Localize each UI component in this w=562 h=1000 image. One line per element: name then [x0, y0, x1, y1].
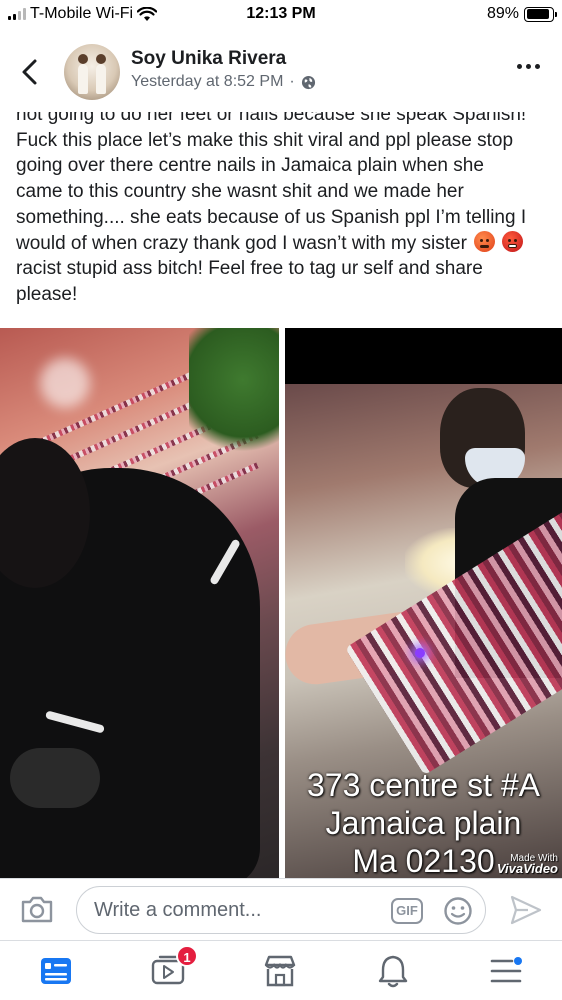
bottom-tab-bar: 1	[0, 940, 562, 1000]
news-feed-icon[interactable]	[38, 953, 74, 989]
post-line-with-emoji: would of when crazy thank god I wasn’t w…	[16, 230, 552, 257]
status-bar: T-Mobile Wi-Fi 12:13 PM 89%	[0, 0, 562, 30]
video-watermark: Made With VivaVideo	[497, 854, 558, 876]
emoji-picker-icon[interactable]	[443, 896, 473, 926]
post-body: not going to do her feet or nails becaus…	[16, 112, 552, 318]
salon-photo-left[interactable]	[0, 328, 279, 878]
comment-bar: Write a comment... GIF	[0, 878, 562, 940]
more-options-icon[interactable]	[517, 64, 540, 69]
watch-tab[interactable]: 1	[150, 945, 198, 989]
gif-button[interactable]: GIF	[391, 898, 423, 924]
post-line: Fuck this place let’s make this shit vir…	[16, 129, 514, 151]
meta-separator: ·	[289, 73, 295, 90]
menu-icon[interactable]	[488, 953, 524, 989]
post-header: Soy Unika Rivera Yesterday at 8:52 PM ·	[0, 36, 562, 108]
back-arrow-icon[interactable]	[18, 58, 42, 86]
angry-face-emoji	[474, 230, 496, 252]
post-line: please!	[16, 283, 78, 305]
post-timestamp[interactable]: Yesterday at 8:52 PM	[131, 73, 283, 91]
camera-icon[interactable]	[20, 894, 54, 924]
caption-line: Jamaica plain	[325, 805, 522, 841]
globe-icon	[301, 75, 315, 89]
poster-name[interactable]: Soy Unika Rivera	[131, 48, 286, 70]
post-line: not going to do her feet or nails becaus…	[16, 112, 527, 125]
post-line: racist stupid ass bitch! Feel free to ta…	[16, 258, 483, 280]
poster-avatar[interactable]	[64, 44, 120, 100]
comment-input[interactable]: Write a comment... GIF	[76, 886, 486, 934]
post-timestamp-row: Yesterday at 8:52 PM ·	[131, 73, 316, 91]
clock: 12:13 PM	[246, 5, 316, 22]
post-line: came to this country she wasnt shit and …	[16, 181, 464, 203]
comment-placeholder: Write a comment...	[94, 899, 262, 921]
post-line: something.... she eats because of us Spa…	[16, 206, 527, 228]
battery-icon	[524, 6, 557, 22]
caption-line: 373 centre st #A	[306, 767, 541, 803]
post-photos: 373 centre st #A Jamaica plain Ma 02130 …	[0, 328, 562, 878]
battery-fill	[526, 9, 549, 19]
salon-photo-right[interactable]: 373 centre st #A Jamaica plain Ma 02130 …	[285, 328, 562, 878]
notifications-icon[interactable]	[375, 953, 411, 989]
post-line: would of when crazy thank god I wasn’t w…	[16, 232, 467, 254]
send-icon[interactable]	[510, 895, 542, 925]
watch-notification-badge: 1	[176, 945, 198, 967]
battery-percent: 89%	[486, 5, 519, 22]
post-line: going over there centre nails in Jamaica…	[16, 155, 484, 177]
marketplace-icon[interactable]	[262, 953, 298, 989]
cursing-face-emoji	[502, 230, 524, 252]
watermark-brand: VivaVideo	[496, 861, 558, 876]
battery-info: 89%	[486, 5, 557, 23]
